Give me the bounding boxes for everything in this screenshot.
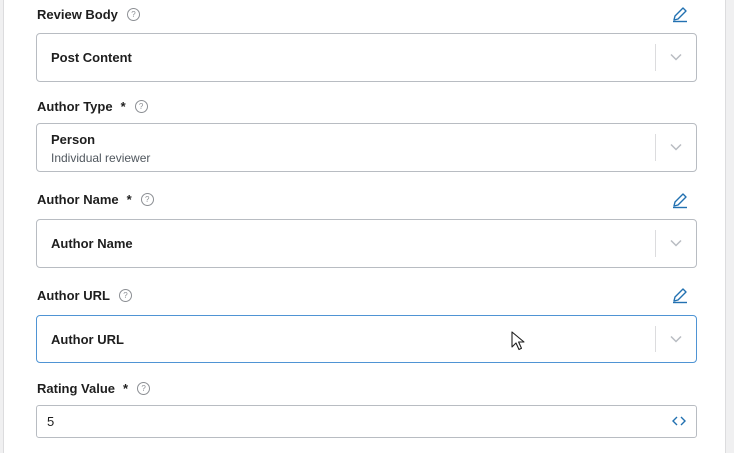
author-name-value: Author Name — [51, 236, 133, 251]
chevron-down-icon[interactable] — [670, 143, 682, 151]
review-body-label-row: Review Body ? — [37, 4, 140, 24]
review-body-label: Review Body — [37, 6, 118, 22]
required-asterisk: * — [123, 380, 129, 396]
author-type-value: Person — [51, 132, 96, 147]
rating-value-label: Rating Value — [37, 380, 116, 396]
author-name-select[interactable]: Author Name — [36, 219, 697, 268]
pencil-icon[interactable] — [671, 5, 689, 23]
required-asterisk: * — [120, 98, 126, 114]
author-type-label: Author Type — [37, 98, 113, 114]
author-url-label: Author URL — [37, 287, 110, 303]
author-url-value: Author URL — [51, 332, 124, 347]
required-asterisk: * — [126, 191, 132, 207]
help-icon[interactable]: ? — [137, 381, 151, 395]
review-body-select[interactable]: Post Content — [36, 33, 697, 82]
pencil-icon[interactable] — [671, 191, 689, 209]
author-type-label-row: Author Type * ? — [37, 96, 148, 116]
mouse-cursor-icon — [511, 331, 525, 351]
select-divider — [655, 230, 656, 257]
author-type-select[interactable]: Person Individual reviewer — [36, 123, 697, 172]
code-brackets-icon[interactable] — [672, 415, 686, 427]
author-url-select[interactable]: Author URL — [36, 315, 697, 363]
author-name-label: Author Name — [37, 191, 119, 207]
settings-panel: Review Body ? Post Content Author Type *… — [3, 0, 726, 453]
chevron-down-icon[interactable] — [670, 53, 682, 61]
chevron-down-icon[interactable] — [670, 239, 682, 247]
rating-value-input[interactable]: 5 — [36, 405, 697, 438]
help-icon[interactable]: ? — [140, 192, 154, 206]
author-name-label-row: Author Name * ? — [37, 189, 154, 209]
help-icon[interactable]: ? — [118, 288, 132, 302]
review-body-value: Post Content — [51, 50, 132, 65]
pencil-icon[interactable] — [671, 286, 689, 304]
help-icon[interactable]: ? — [134, 99, 148, 113]
chevron-down-icon[interactable] — [670, 335, 682, 343]
select-divider — [655, 326, 656, 352]
select-divider — [655, 44, 656, 71]
author-url-label-row: Author URL ? — [37, 285, 132, 305]
rating-value-text: 5 — [47, 414, 55, 429]
select-divider — [655, 134, 656, 161]
rating-value-label-row: Rating Value * ? — [37, 378, 151, 398]
author-type-sublabel: Individual reviewer — [51, 151, 151, 165]
help-icon[interactable]: ? — [126, 7, 140, 21]
